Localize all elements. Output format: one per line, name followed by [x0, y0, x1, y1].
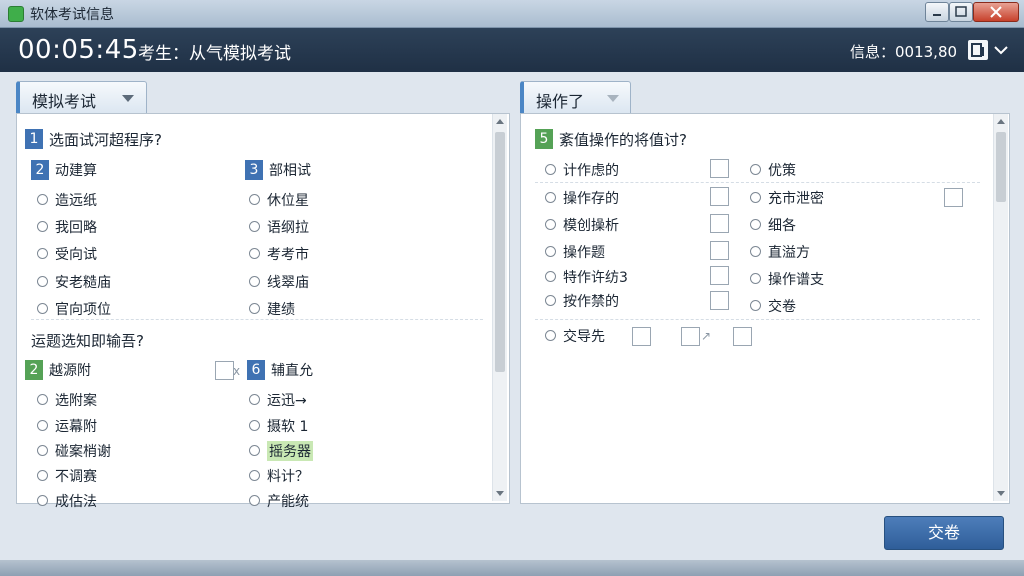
radio-button[interactable]: [37, 221, 48, 232]
right-question-panel: 5 紊值操作的将值讨? 计作虑的 操作存的 模创操析 操作题 特作许纺3 按作禁…: [520, 113, 1010, 504]
info-text: 信息：0013,80: [850, 43, 958, 61]
radio-button[interactable]: [750, 192, 761, 203]
maximize-icon: [955, 6, 967, 17]
radio-button[interactable]: [37, 470, 48, 481]
tab-label: 模拟考试: [32, 92, 97, 111]
group-number: 2: [31, 160, 49, 180]
checkbox[interactable]: [681, 327, 700, 346]
radio-button[interactable]: [249, 470, 260, 481]
radio-button[interactable]: [545, 164, 556, 175]
radio-button[interactable]: [37, 194, 48, 205]
close-button[interactable]: [973, 2, 1019, 22]
timer: 00:05:45: [18, 35, 139, 65]
radio-button[interactable]: [249, 394, 260, 405]
radio-button[interactable]: [249, 194, 260, 205]
window-title: 软体考试信息: [30, 7, 114, 23]
divider: [535, 182, 980, 183]
chevron-down-icon: [607, 95, 619, 102]
radio-button[interactable]: [750, 273, 761, 284]
radio-button[interactable]: [249, 303, 260, 314]
radio-button[interactable]: [37, 394, 48, 405]
checkbox[interactable]: [632, 327, 651, 346]
radio-button[interactable]: [750, 246, 761, 257]
submit-button[interactable]: 交卷: [884, 516, 1004, 550]
radio-button[interactable]: [545, 246, 556, 257]
chevron-down-icon: [122, 95, 134, 102]
question-number: 1: [25, 129, 43, 149]
group-heading: 部相试: [269, 163, 311, 179]
radio-button[interactable]: [37, 248, 48, 259]
radio-button[interactable]: [545, 192, 556, 203]
minimize-icon: [933, 14, 941, 16]
divider: [535, 319, 980, 320]
scrollbar-thumb[interactable]: [495, 132, 505, 372]
checkbox[interactable]: [944, 188, 963, 207]
radio-button[interactable]: [249, 495, 260, 506]
tab-label: 操作了: [536, 92, 585, 111]
exam-label: 考生：从气模拟考试: [138, 44, 291, 64]
left-question-panel: 1 选面试河超程序? 2 动建算 3 部相试 造远纸 我回略 受向试 安老糙庙 …: [16, 113, 510, 510]
group-heading: 动建算: [55, 163, 97, 179]
group-number: 6: [247, 360, 265, 380]
question-text: 选面试河超程序?: [49, 131, 162, 149]
scrollbar-thumb[interactable]: [996, 132, 1006, 202]
radio-button[interactable]: [249, 248, 260, 259]
group-heading: 越源附: [49, 363, 91, 379]
minimize-button[interactable]: [925, 2, 949, 22]
checkbox[interactable]: [710, 214, 729, 233]
radio-button[interactable]: [750, 164, 761, 175]
radio-button[interactable]: [249, 420, 260, 431]
taskbar-strip: [0, 560, 1024, 576]
question-text: 紊值操作的将值讨?: [559, 131, 687, 149]
app-icon: [8, 6, 24, 22]
group-number: 3: [245, 160, 263, 180]
maximize-button[interactable]: [949, 2, 973, 22]
close-icon: [990, 6, 1002, 18]
title-bar: 软体考试信息: [0, 0, 1024, 28]
radio-button[interactable]: [750, 300, 761, 311]
tab-operations[interactable]: 操作了: [520, 81, 631, 114]
mark-icon: ↗: [701, 329, 712, 343]
radio-button[interactable]: [37, 276, 48, 287]
scroll-down-icon[interactable]: [496, 491, 504, 496]
radio-button[interactable]: [37, 303, 48, 314]
question-text: 运题选知即输吾?: [31, 332, 144, 350]
exam-header: 00:05:45 考生：从气模拟考试 信息：0013,80: [0, 28, 1024, 72]
scrollbar[interactable]: [993, 114, 1008, 501]
radio-button[interactable]: [545, 219, 556, 230]
divider: [31, 319, 483, 320]
group-number: 2: [25, 360, 43, 380]
checkbox[interactable]: [710, 291, 729, 310]
scroll-up-icon[interactable]: [997, 119, 1005, 124]
radio-button[interactable]: [545, 271, 556, 282]
checkbox[interactable]: [733, 327, 752, 346]
radio-button[interactable]: [249, 221, 260, 232]
chevron-down-icon[interactable]: [993, 43, 1009, 57]
radio-button[interactable]: [545, 295, 556, 306]
group-heading: 辅直允: [271, 363, 313, 379]
question-number: 5: [535, 129, 553, 149]
radio-button[interactable]: [750, 219, 761, 230]
radio-button[interactable]: [249, 445, 260, 456]
checkbox[interactable]: [710, 159, 729, 178]
radio-button[interactable]: [37, 445, 48, 456]
checkbox[interactable]: [710, 241, 729, 260]
radio-button[interactable]: [37, 495, 48, 506]
radio-button[interactable]: [249, 276, 260, 287]
scrollbar[interactable]: [492, 114, 507, 501]
checkbox[interactable]: [710, 266, 729, 285]
document-icon: [971, 43, 984, 57]
scroll-down-icon[interactable]: [997, 491, 1005, 496]
scroll-up-icon[interactable]: [496, 119, 504, 124]
checkbox[interactable]: [215, 361, 234, 380]
radio-button[interactable]: [545, 330, 556, 341]
info-icon[interactable]: [968, 40, 988, 60]
checkbox[interactable]: [710, 187, 729, 206]
radio-button[interactable]: [37, 420, 48, 431]
tab-mock-exam[interactable]: 模拟考试: [16, 81, 147, 114]
mark-icon: x: [233, 364, 241, 378]
